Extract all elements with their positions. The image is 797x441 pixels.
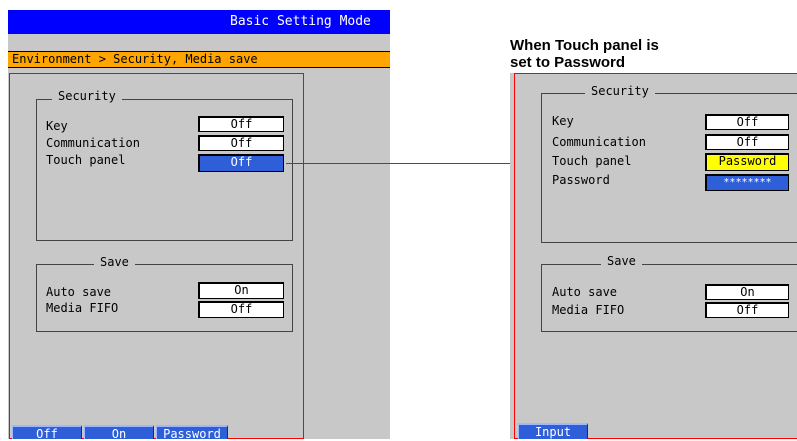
right-password-value[interactable]: ********: [705, 174, 789, 191]
softkey-off[interactable]: Off: [12, 425, 82, 441]
right-touch-panel-label: Touch panel: [552, 154, 632, 168]
right-save-title: Save: [601, 254, 642, 268]
softkey-input[interactable]: Input: [518, 423, 588, 439]
left-auto-save-label: Auto save: [46, 285, 112, 299]
left-communication-label: Communication: [46, 136, 140, 150]
note-line-1: When Touch panel is: [510, 37, 659, 54]
left-save-title: Save: [94, 255, 135, 269]
left-touch-panel-value[interactable]: Off: [198, 154, 284, 172]
right-key-label: Key: [552, 114, 574, 128]
left-security-title: Security: [52, 89, 122, 103]
title-bar: Basic Setting Mode: [8, 10, 390, 34]
softkey-password[interactable]: Password: [156, 425, 228, 441]
left-auto-save-value[interactable]: On: [198, 282, 284, 299]
softkey-on[interactable]: On: [84, 425, 154, 441]
right-auto-save-label: Auto save: [552, 285, 618, 299]
right-communication-value[interactable]: Off: [705, 134, 789, 150]
left-communication-value[interactable]: Off: [198, 135, 284, 151]
left-media-fifo-value[interactable]: Off: [198, 301, 284, 318]
breadcrumb: Environment > Security, Media save: [8, 51, 390, 68]
left-key-label: Key: [46, 119, 68, 133]
right-key-value[interactable]: Off: [705, 114, 789, 130]
right-communication-label: Communication: [552, 135, 646, 149]
right-touch-panel-value[interactable]: Password: [705, 153, 789, 171]
left-key-value[interactable]: Off: [198, 116, 284, 132]
note-line-2: set to Password: [510, 54, 626, 71]
left-media-fifo-label: Media FIFO: [46, 301, 119, 315]
right-media-fifo-value[interactable]: Off: [705, 302, 789, 318]
breadcrumb-text: Environment > Security, Media save: [12, 52, 258, 66]
connector-line: [286, 163, 515, 164]
right-auto-save-value[interactable]: On: [705, 284, 789, 300]
title-text: Basic Setting Mode: [230, 14, 371, 29]
right-password-label: Password: [552, 173, 610, 187]
left-touch-panel-label: Touch panel: [46, 153, 126, 167]
right-security-title: Security: [585, 84, 655, 98]
right-media-fifo-label: Media FIFO: [552, 303, 625, 317]
